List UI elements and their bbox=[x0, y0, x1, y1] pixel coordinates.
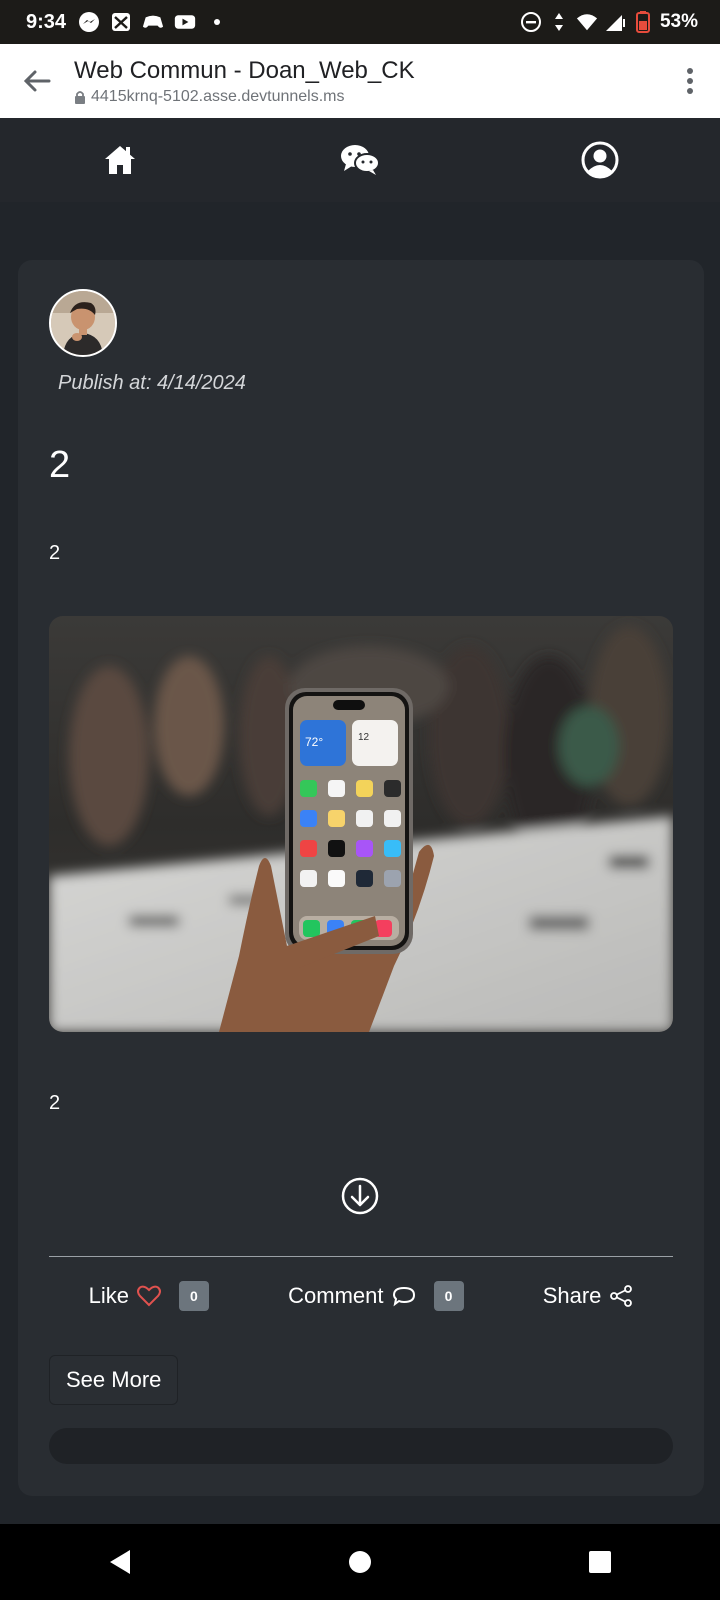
download-button[interactable] bbox=[340, 1176, 380, 1216]
system-home-button[interactable] bbox=[330, 1532, 390, 1592]
actions-divider bbox=[49, 1256, 673, 1257]
arrow-left-icon bbox=[23, 70, 51, 92]
youtube-icon bbox=[174, 11, 196, 33]
share-icon bbox=[610, 1285, 633, 1307]
triangle-back-icon bbox=[110, 1550, 130, 1574]
share-label: Share bbox=[542, 1283, 602, 1308]
author-avatar[interactable] bbox=[49, 289, 117, 357]
comment-label: Comment bbox=[288, 1283, 384, 1308]
share-button[interactable]: Share bbox=[543, 1283, 634, 1309]
circle-home-icon bbox=[349, 1551, 371, 1573]
battery-icon bbox=[632, 11, 654, 33]
url-text: 4415krnq-5102.asse.devtunnels.ms bbox=[91, 88, 345, 105]
game-controller-icon bbox=[142, 11, 164, 33]
comment-count-badge: 0 bbox=[433, 1281, 464, 1311]
publish-date: Publish at: 4/14/2024 bbox=[58, 372, 246, 394]
photo-icon bbox=[110, 11, 132, 33]
svg-text:12: 12 bbox=[358, 732, 370, 743]
see-more-button[interactable]: See More bbox=[49, 1355, 179, 1405]
like-count-badge: 0 bbox=[178, 1281, 209, 1311]
data-arrows-icon bbox=[548, 11, 570, 33]
square-recents-icon bbox=[589, 1551, 611, 1573]
signal-icon bbox=[604, 11, 626, 33]
post-image[interactable]: 72° 12 bbox=[49, 616, 673, 1032]
comment-input[interactable] bbox=[49, 1428, 673, 1464]
comment-button[interactable]: Comment 0 bbox=[288, 1281, 464, 1311]
battery-percent: 53% bbox=[659, 11, 698, 32]
nav-profile-button[interactable] bbox=[570, 130, 630, 190]
home-icon bbox=[105, 146, 135, 174]
svg-text:72°: 72° bbox=[305, 735, 323, 749]
wifi-icon bbox=[576, 11, 598, 33]
url-display[interactable]: 4415krnq-5102.asse.devtunnels.ms bbox=[74, 88, 660, 106]
system-back-button[interactable] bbox=[90, 1532, 150, 1592]
status-time: 9:34 bbox=[26, 10, 67, 33]
like-button[interactable]: Like 0 bbox=[89, 1281, 209, 1311]
lock-icon bbox=[75, 91, 85, 104]
page-title: Web Commun - Doan_Web_CK bbox=[74, 57, 415, 84]
profile-icon bbox=[581, 141, 619, 179]
system-recents-button[interactable] bbox=[570, 1532, 630, 1592]
system-navbar bbox=[0, 1524, 720, 1600]
nav-chat-button[interactable] bbox=[330, 130, 390, 190]
download-circle-icon bbox=[341, 1177, 379, 1215]
like-label: Like bbox=[88, 1283, 129, 1308]
post-actions: Like 0 Comment 0 Share bbox=[49, 1266, 673, 1326]
back-button[interactable] bbox=[0, 44, 74, 118]
post-card: Publish at: 4/14/2024 2 2 72° 12 2 Like … bbox=[18, 260, 704, 1496]
browser-toolbar: Web Commun - Doan_Web_CK 4415krnq-5102.a… bbox=[0, 44, 720, 118]
status-bar: 9:34 53% bbox=[0, 0, 720, 44]
post-title: 2 bbox=[49, 444, 71, 486]
nav-home-button[interactable] bbox=[90, 130, 150, 190]
messenger-icon bbox=[78, 11, 100, 33]
post-subtitle: 2 bbox=[49, 542, 61, 564]
do-not-disturb-icon bbox=[520, 11, 542, 33]
app-navbar bbox=[0, 118, 720, 202]
chat-icon bbox=[341, 145, 380, 175]
speech-bubble-icon bbox=[392, 1286, 415, 1307]
heart-icon bbox=[136, 1285, 161, 1307]
post-body: 2 bbox=[49, 1092, 61, 1114]
more-vert-icon bbox=[687, 68, 693, 94]
browser-menu-button[interactable] bbox=[660, 44, 720, 118]
dot-icon bbox=[206, 11, 228, 33]
